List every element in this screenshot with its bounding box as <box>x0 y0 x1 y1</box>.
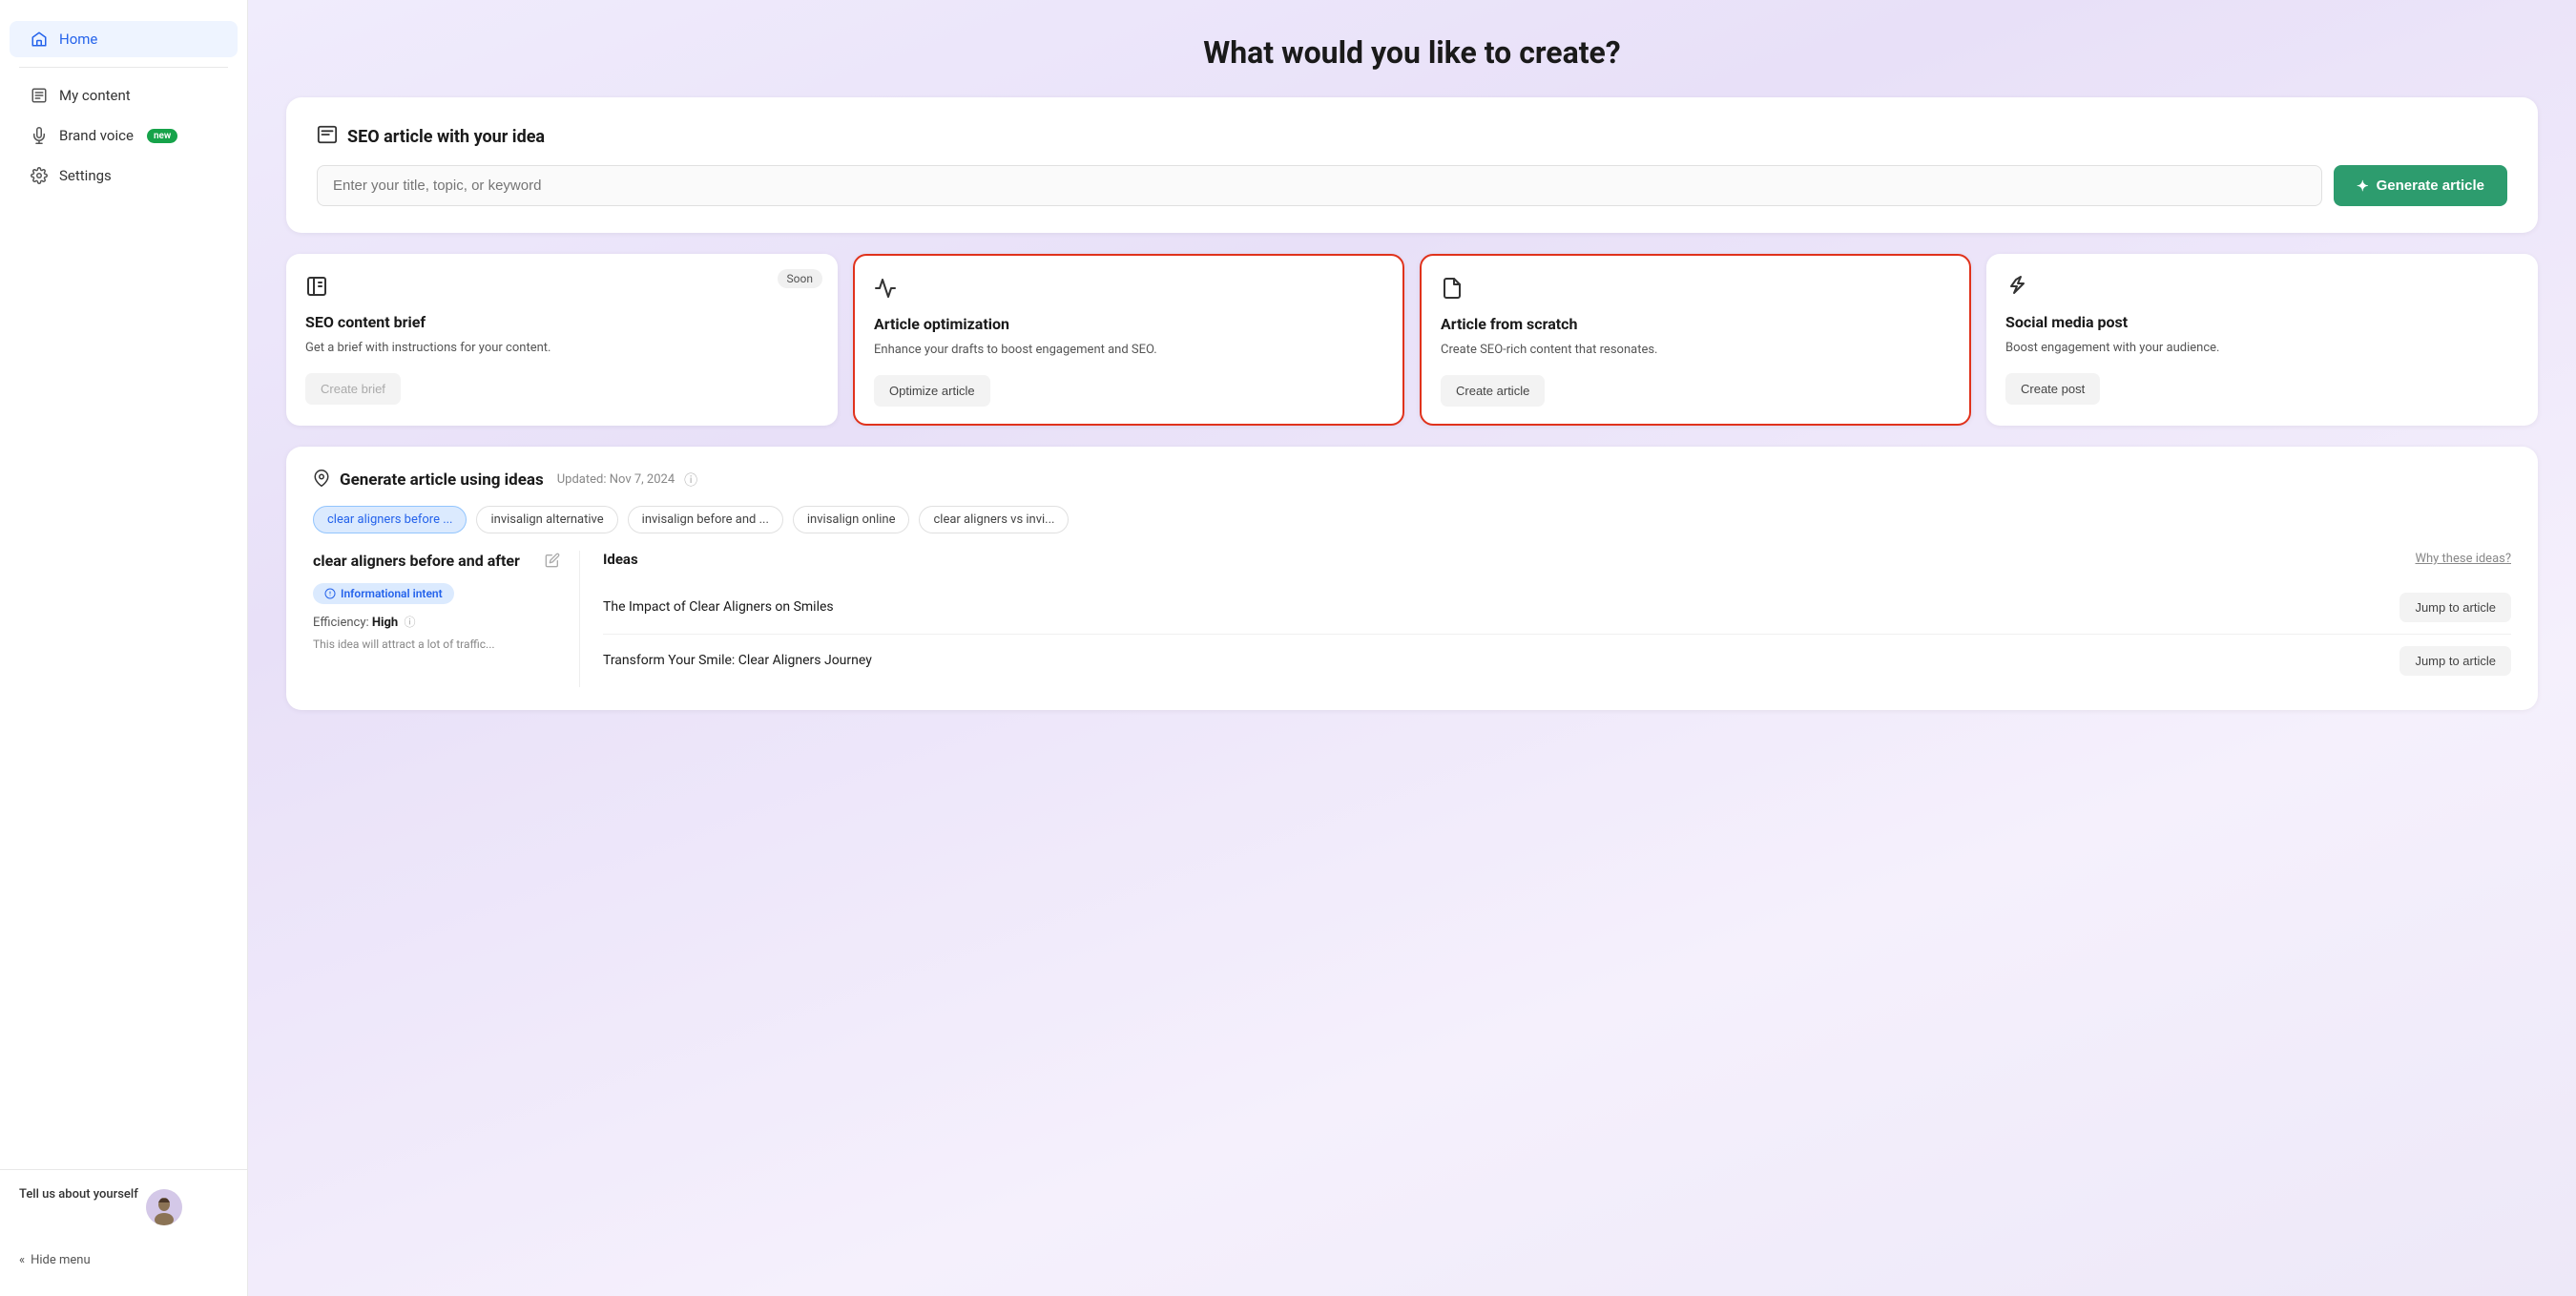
create-post-button[interactable]: Create post <box>2005 373 2100 405</box>
ideas-updated: Updated: Nov 7, 2024 <box>557 472 675 487</box>
article-scratch-desc: Create SEO-rich content that resonates. <box>1441 341 1950 360</box>
ideas-list-header: Ideas Why these ideas? <box>603 551 2511 568</box>
ideas-header: Generate article using ideas Updated: No… <box>313 470 2511 491</box>
sidebar-item-my-content-label: My content <box>59 87 131 104</box>
optimize-article-button[interactable]: Optimize article <box>874 375 990 407</box>
jump-to-article-button-0[interactable]: Jump to article <box>2399 593 2511 622</box>
page-title: What would you like to create? <box>286 34 2538 71</box>
hide-menu-label: Hide menu <box>31 1253 91 1267</box>
seo-keyword-input[interactable] <box>317 165 2322 206</box>
social-media-title: Social media post <box>2005 313 2519 331</box>
feature-card-seo-brief[interactable]: Soon SEO content brief Get a brief with … <box>286 254 838 426</box>
tag-4[interactable]: clear aligners vs invi... <box>919 506 1069 533</box>
home-icon <box>29 31 50 48</box>
tags-row: clear aligners before ... invisalign alt… <box>313 506 2511 533</box>
intent-badge: Informational intent <box>313 583 454 604</box>
create-brief-button: Create brief <box>305 373 401 405</box>
seo-article-card: SEO article with your idea ✦ Generate ar… <box>286 97 2538 233</box>
ideas-title: Generate article using ideas <box>340 470 544 490</box>
idea-row-1: Transform Your Smile: Clear Aligners Jou… <box>603 635 2511 687</box>
sidebar-item-my-content[interactable]: My content <box>10 77 238 114</box>
article-optimization-icon <box>874 277 1383 305</box>
social-media-desc: Boost engagement with your audience. <box>2005 339 2519 358</box>
main-content: What would you like to create? SEO artic… <box>248 0 2576 1296</box>
tag-1[interactable]: invisalign alternative <box>476 506 617 533</box>
feature-cards-row: Soon SEO content brief Get a brief with … <box>286 254 2538 426</box>
article-scratch-title: Article from scratch <box>1441 315 1950 333</box>
feature-card-article-scratch[interactable]: Article from scratch Create SEO-rich con… <box>1420 254 1971 426</box>
ideas-content-row: clear aligners before and after Informat… <box>313 551 2511 687</box>
tag-0[interactable]: clear aligners before ... <box>313 506 467 533</box>
create-article-button[interactable]: Create article <box>1441 375 1545 407</box>
article-info: clear aligners before and after Informat… <box>313 551 580 687</box>
sidebar-footer: Tell us about yourself 🤝 <box>0 1169 247 1244</box>
idea-text-1: Transform Your Smile: Clear Aligners Jou… <box>603 653 872 668</box>
tag-2[interactable]: invisalign before and ... <box>628 506 783 533</box>
avatar <box>146 1189 182 1225</box>
seo-card-title: SEO article with your idea <box>317 124 2507 150</box>
idea-text-0: The Impact of Clear Aligners on Smiles <box>603 599 834 615</box>
efficiency-info-icon: ⓘ <box>404 616 415 629</box>
seo-input-row: ✦ Generate article <box>317 165 2507 206</box>
article-title: clear aligners before and after <box>313 551 520 572</box>
article-desc: This idea will attract a lot of traffic.… <box>313 636 560 653</box>
article-optimization-title: Article optimization <box>874 315 1383 333</box>
avatar-svg <box>146 1189 182 1225</box>
ideas-info-icon[interactable]: ⓘ <box>684 470 697 490</box>
sidebar: Home My content Brand voice new Settings… <box>0 0 248 1296</box>
ideas-section: Generate article using ideas Updated: No… <box>286 447 2538 710</box>
sidebar-item-brand-voice-label: Brand voice <box>59 127 134 144</box>
sidebar-item-settings[interactable]: Settings <box>10 157 238 194</box>
sidebar-item-settings-label: Settings <box>59 167 112 184</box>
hand-icon: 🤝 <box>19 1205 40 1226</box>
article-scratch-icon <box>1441 277 1950 305</box>
sidebar-item-brand-voice[interactable]: Brand voice new <box>10 117 238 154</box>
sidebar-divider <box>19 67 228 68</box>
tag-3[interactable]: invisalign online <box>793 506 910 533</box>
sidebar-item-home-label: Home <box>59 31 97 48</box>
generate-article-button[interactable]: ✦ Generate article <box>2334 165 2507 206</box>
seo-brief-title: SEO content brief <box>305 313 819 331</box>
seo-card-icon <box>317 124 338 150</box>
settings-icon <box>29 167 50 184</box>
edit-article-button[interactable] <box>545 553 560 573</box>
seo-brief-icon <box>305 275 819 303</box>
brand-voice-icon <box>29 127 50 144</box>
ideas-location-icon <box>313 470 330 491</box>
sparkle-icon: ✦ <box>2357 178 2369 195</box>
why-ideas-link[interactable]: Why these ideas? <box>2415 552 2511 566</box>
tell-us-section[interactable]: Tell us about yourself 🤝 <box>19 1183 228 1230</box>
article-optimization-desc: Enhance your drafts to boost engagement … <box>874 341 1383 360</box>
idea-row-0: The Impact of Clear Aligners on Smiles J… <box>603 581 2511 635</box>
jump-to-article-button-1[interactable]: Jump to article <box>2399 646 2511 676</box>
soon-badge: Soon <box>778 269 822 288</box>
efficiency-value: High <box>372 616 398 630</box>
efficiency-row: Efficiency: High ⓘ <box>313 614 560 630</box>
feature-card-social-media[interactable]: Social media post Boost engagement with … <box>1986 254 2538 426</box>
sidebar-item-home[interactable]: Home <box>10 21 238 57</box>
article-meta: Informational intent <box>313 583 560 604</box>
ideas-list-title: Ideas <box>603 551 638 568</box>
hide-menu-chevron: « <box>19 1253 25 1267</box>
my-content-icon <box>29 87 50 104</box>
tell-us-label: Tell us about yourself <box>19 1187 138 1202</box>
seo-brief-desc: Get a brief with instructions for your c… <box>305 339 819 358</box>
svg-text:🤝: 🤝 <box>19 1208 36 1225</box>
ideas-list-col: Ideas Why these ideas? The Impact of Cle… <box>580 551 2511 687</box>
feature-card-article-optimization[interactable]: Article optimization Enhance your drafts… <box>853 254 1404 426</box>
hide-menu-btn[interactable]: « Hide menu <box>0 1244 247 1277</box>
social-media-icon <box>2005 275 2519 303</box>
brand-voice-badge: new <box>147 129 177 143</box>
